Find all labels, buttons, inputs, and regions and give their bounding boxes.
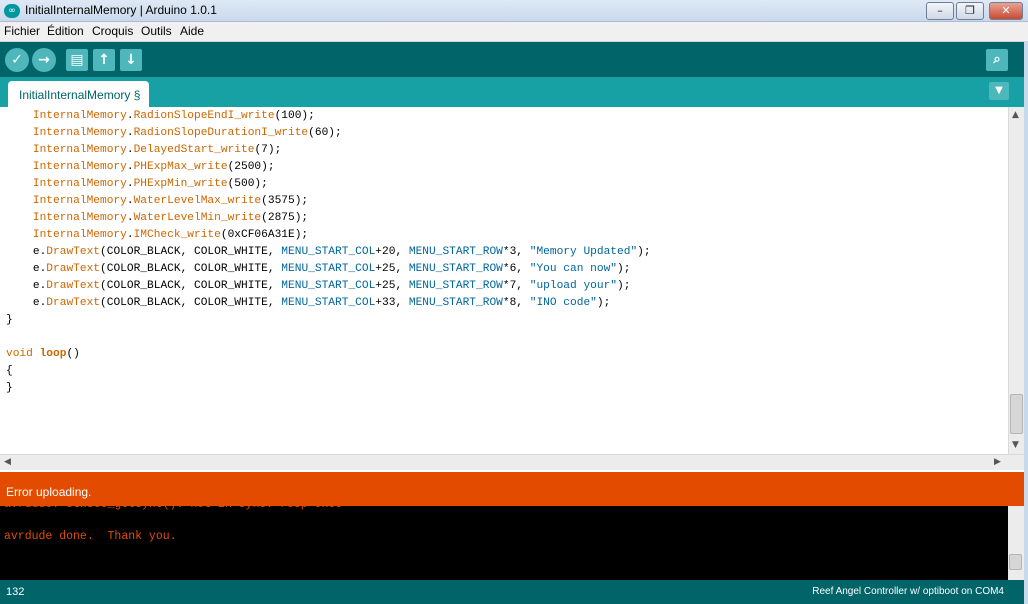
menu-edition[interactable]: Édition (47, 24, 84, 38)
editor-vertical-scrollbar[interactable]: ▲ ▼ (1008, 107, 1024, 454)
menu-fichier[interactable]: Fichier (4, 24, 40, 38)
code-line: } (6, 314, 13, 326)
menu-aide[interactable]: Aide (180, 24, 204, 38)
verify-icon[interactable]: ✓ (5, 48, 29, 72)
scroll-up-icon[interactable]: ▲ (1012, 110, 1019, 120)
code-line: e.DrawText(COLOR_BLACK, COLOR_WHITE, MEN… (6, 297, 611, 309)
window-title: InitialInternalMemory | Arduino 1.0.1 (25, 3, 217, 17)
scroll-right-icon[interactable]: ▶ (994, 457, 1001, 467)
arduino-logo-icon: ∞ (4, 4, 20, 18)
toolbar: ✓ → ▤ ↑ ↓ ⌕ (0, 42, 1028, 77)
status-message: Error uploading. (6, 485, 92, 499)
scroll-down-icon[interactable]: ▼ (1012, 440, 1019, 450)
close-button[interactable]: ✕ (989, 2, 1023, 20)
open-sketch-icon[interactable]: ↑ (93, 49, 115, 71)
tab-menu-chevron-down-icon[interactable]: ▼ (989, 82, 1009, 100)
code-line: e.DrawText(COLOR_BLACK, COLOR_WHITE, MEN… (6, 263, 631, 275)
board-info: Reef Angel Controller w/ optiboot on COM… (812, 586, 1004, 597)
editor-scroll-thumb[interactable] (1010, 394, 1023, 434)
serial-monitor-icon[interactable]: ⌕ (986, 49, 1008, 71)
code-line: InternalMemory.RadionSlopeEndI_write(100… (32, 110, 315, 122)
code-line: InternalMemory.WaterLevelMin_write(2875)… (32, 212, 309, 224)
new-sketch-icon[interactable]: ▤ (66, 49, 88, 71)
maximize-button[interactable]: ❐ (956, 2, 984, 20)
status-bar: Error uploading. (0, 472, 1024, 506)
tab-bar: InitialInternalMemory § ▼ (0, 77, 1028, 107)
code-line: } (6, 382, 13, 394)
console-output[interactable]: avrdude: stk500_getsync(): not in sync: … (0, 506, 1008, 580)
minimize-button[interactable]: – (926, 2, 954, 20)
code-line: InternalMemory.DelayedStart_write(7); (32, 144, 282, 156)
menu-bar: Fichier Édition Croquis Outils Aide (0, 22, 1028, 42)
code-line: InternalMemory.RadionSlopeDurationI_writ… (32, 127, 342, 139)
code-line: InternalMemory.PHExpMin_write(500); (32, 178, 268, 190)
code-line: InternalMemory.IMCheck_write(0xCF06A31E)… (32, 229, 309, 241)
window-title-bar: ∞ InitialInternalMemory | Arduino 1.0.1 … (0, 0, 1028, 22)
console-scroll-thumb[interactable] (1009, 554, 1022, 570)
line-number: 132 (6, 586, 25, 598)
code-line: InternalMemory.WaterLevelMax_write(3575)… (32, 195, 309, 207)
console-line: avrdude done. Thank you. (4, 530, 177, 543)
code-line: void loop() (6, 348, 80, 360)
code-editor[interactable]: InternalMemory.RadionSlopeEndI_write(100… (0, 107, 1008, 454)
menu-croquis[interactable]: Croquis (92, 24, 133, 38)
code-line: e.DrawText(COLOR_BLACK, COLOR_WHITE, MEN… (6, 280, 631, 292)
footer-bar: 132 Reef Angel Controller w/ optiboot on… (0, 580, 1024, 604)
console-vertical-scrollbar[interactable] (1008, 506, 1024, 580)
code-line: e.DrawText(COLOR_BLACK, COLOR_WHITE, MEN… (6, 246, 651, 258)
upload-icon[interactable]: → (32, 48, 56, 72)
console-line: avrdude: stk500_getsync(): not in sync: … (4, 506, 342, 511)
code-line: InternalMemory.PHExpMax_write(2500); (32, 161, 275, 173)
editor-horizontal-scrollbar[interactable]: ◀ ▶ (0, 454, 1024, 470)
window-right-frame (1024, 42, 1028, 604)
save-sketch-icon[interactable]: ↓ (120, 49, 142, 71)
code-line: { (6, 365, 13, 377)
tab-initialinternalmemory[interactable]: InitialInternalMemory § (8, 81, 149, 107)
menu-outils[interactable]: Outils (141, 24, 172, 38)
scroll-left-icon[interactable]: ◀ (4, 457, 11, 467)
